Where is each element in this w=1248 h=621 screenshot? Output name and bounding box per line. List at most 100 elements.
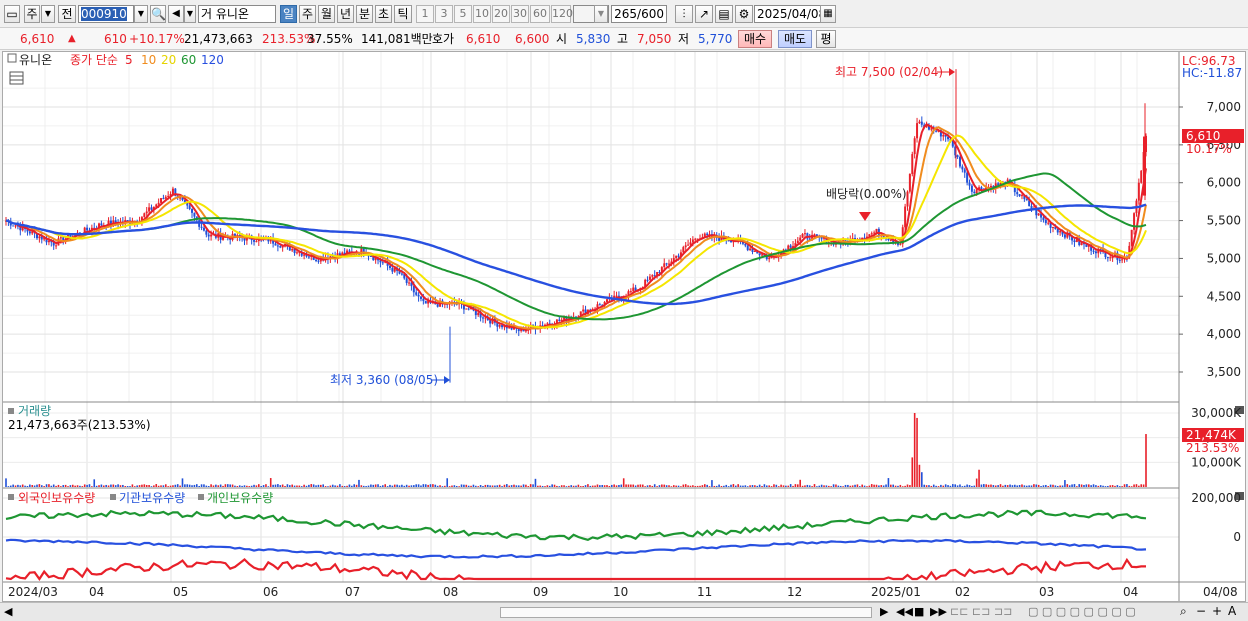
interval-dropdown-icon[interactable]: ▼ [594,5,608,23]
volume-bar [408,485,410,487]
zoom-icon[interactable]: ⌕ [1180,604,1187,619]
volume-bar [506,484,508,487]
candle-body [295,252,298,254]
volume-bar [823,485,825,487]
volume-bar [754,485,756,487]
candle-body [28,231,31,234]
calendar-icon[interactable]: ▦ [820,5,836,23]
line-tool-icon[interactable]: ↗ [695,5,713,23]
count-field[interactable]: 265/600 [611,5,667,23]
drawing-tool-icons[interactable]: ▢ ▢ ▢ ▢ ▢ ▢ ▢ ▢ [1028,605,1136,618]
period-day[interactable]: 일 [280,5,297,23]
range-icons[interactable]: ⊏⊏ ⊏⊐ ⊐⊐ [950,605,1012,618]
interval-3[interactable]: 3 [435,5,453,23]
eval-button[interactable]: 평 [816,30,836,48]
buy-button[interactable]: 매수 [738,30,772,48]
volume-bar [491,485,494,487]
market-dropdown-icon[interactable]: ▼ [41,5,55,23]
period-minute[interactable]: 분 [356,5,373,23]
code-dropdown-icon[interactable]: ▼ [134,5,148,23]
sell-button[interactable]: 매도 [778,30,812,48]
volume-bar [689,485,692,487]
volume-bar [157,485,160,487]
volume-bar [52,484,55,487]
candle-body [255,241,258,243]
stock-code-input[interactable]: 000910 [81,7,127,21]
period-month[interactable]: 월 [318,5,335,23]
volume-bar [1016,485,1019,487]
candle-body [744,243,747,246]
period-week[interactable]: 주 [299,5,316,23]
speaker-dropdown-icon[interactable]: ▼ [184,5,196,23]
volume-bar [632,484,635,487]
period-year[interactable]: 년 [337,5,354,23]
candle-type-icon[interactable]: ⫶ [675,5,693,23]
volume-bar [1080,484,1083,487]
zoom-in-icon[interactable]: + [1212,604,1222,618]
volume-bar [756,485,759,487]
chart-area[interactable]: 유니온 종가 단순 5 10 20 60 120 LC:96.73 HC:-11… [2,51,1246,602]
scroll-left-icon[interactable]: ◀ [4,605,12,618]
window-icon[interactable]: ▭ [4,5,20,23]
speaker-icon[interactable]: ◀ [168,5,184,23]
interval-20[interactable]: 20 [492,5,510,23]
stop-icon[interactable]: ■ [914,605,924,618]
candle-body [746,245,749,251]
volume-bar [286,484,289,487]
zoom-out-icon[interactable]: − [1196,604,1206,618]
volume-bar [1083,484,1085,487]
interval-5[interactable]: 5 [454,5,472,23]
volume-bar [136,485,138,487]
fast-forward-icon[interactable]: ▶▶ [930,605,947,618]
interval-120[interactable]: 120 [551,5,573,23]
candle-body [12,225,15,227]
candle-body [315,259,318,261]
candle-body [682,247,685,253]
bottom-scrollbar[interactable]: ◀ ▶ ◀◀ ■ ▶▶ ⊏⊏ ⊏⊐ ⊐⊐ ▢ ▢ ▢ ▢ ▢ ▢ ▢ ▢ ⌕ −… [0,602,1248,621]
period-tick[interactable]: 틱 [394,5,412,23]
interval-1[interactable]: 1 [416,5,434,23]
search-icon[interactable]: 🔍 [150,5,166,23]
volume-bar [546,485,549,487]
count-max: /600 [637,7,664,21]
date-field[interactable]: 2025/04/08 [754,5,826,23]
volume-bar [279,485,282,487]
interval-60[interactable]: 60 [530,5,550,23]
volume-bar [1128,485,1131,487]
volume-bar [606,485,608,487]
interval-30[interactable]: 30 [511,5,529,23]
play-icon[interactable]: ▶ [880,605,888,618]
market-select[interactable]: 주 [24,5,40,23]
settings-icon[interactable]: ⚙ [735,5,753,23]
rewind-icon[interactable]: ◀◀ [896,605,913,618]
volume-bar [801,485,804,487]
volume-bar [353,484,356,487]
period-second[interactable]: 초 [375,5,392,23]
table-icon[interactable] [9,71,24,85]
volume-bar [859,486,861,487]
stock-chart[interactable]: 유니온 종가 단순 5 10 20 60 120 LC:96.73 HC:-11… [3,52,1245,601]
high-note: 최고 7,500 (02/04) [835,65,943,79]
volume-bar [422,484,425,487]
candle-body [906,191,909,207]
save-icon[interactable]: ▤ [715,5,733,23]
volume-bar [503,484,506,487]
count-value: 265 [614,7,638,21]
volume-bar [572,485,575,487]
candle-body [1020,195,1023,197]
volume-bar [999,484,1002,487]
volume-bar [935,485,937,487]
volume-bar [467,485,470,487]
scroll-thumb[interactable] [500,607,872,618]
volume-bar [117,484,119,487]
prev-button[interactable]: 전 [58,5,76,23]
candle-body [1106,257,1109,259]
interval-10[interactable]: 10 [473,5,491,23]
volume-bar [114,485,117,487]
volume-bar [303,484,305,487]
volume-bar [560,485,563,487]
font-size-icon[interactable]: A [1228,604,1236,618]
trade-amount: 141,081백만 [361,32,433,46]
volume-bar [396,484,398,487]
stock-name-field[interactable]: 거 유니온 [198,5,276,23]
